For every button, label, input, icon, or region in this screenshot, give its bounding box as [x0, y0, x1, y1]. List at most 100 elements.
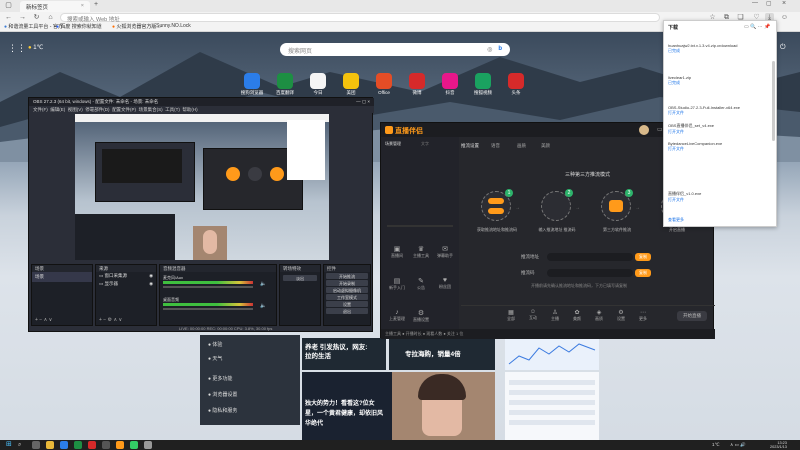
tab-scene-manage[interactable]: 场景管理 — [385, 141, 401, 147]
virtual-camera-button[interactable]: 启动虚拟摄像机 — [326, 287, 368, 293]
profile-icon[interactable]: ☺ — [780, 13, 789, 22]
quick-tile-icon[interactable] — [508, 73, 524, 89]
power-icon[interactable]: ⏻ — [780, 44, 786, 52]
tool-anchor[interactable]: ♛ 主播工具 — [409, 245, 433, 259]
see-more-link[interactable]: 查看更多 — [668, 217, 684, 223]
eye-icon[interactable]: ◉ — [149, 281, 153, 287]
news-card[interactable]: 专拉海购，销量4倍 — [389, 338, 495, 370]
window-menu-icon[interactable]: ▢ — [4, 1, 13, 10]
clock[interactable]: 13:23 2023/1/13 — [770, 441, 787, 449]
tab-beauty[interactable]: 美颜 — [541, 143, 550, 149]
download-item[interactable]: BytedanceLiveCompanion.exe 打开文件 — [668, 141, 768, 153]
avatar[interactable] — [639, 125, 649, 135]
tool-notice[interactable]: ✎ 公告 — [409, 277, 433, 291]
quick-tile-icon[interactable] — [244, 73, 260, 89]
toolbar-beauty[interactable]: ✿ 美颜 — [565, 309, 589, 322]
source-item[interactable]: ▭ 窗口采集源 ◉ — [96, 272, 156, 280]
start-live-button[interactable]: 开始直播 — [677, 311, 707, 321]
app-icon[interactable] — [144, 441, 152, 449]
feed-sidebar-item[interactable]: ● 体验 — [208, 341, 222, 348]
menu-item[interactable]: 停靠部件(D) — [85, 107, 109, 112]
obs-preview-canvas[interactable] — [75, 114, 329, 260]
menu-item[interactable]: 文件(F) — [33, 107, 48, 112]
close-icon[interactable]: — ▢ × — [356, 99, 370, 105]
studio-mode-button[interactable]: 工作室模式 — [326, 294, 368, 300]
tool-danmu[interactable]: ✉ 弹幕助手 — [433, 245, 457, 259]
copy-key-button[interactable]: 复制 — [635, 269, 651, 277]
menu-item[interactable]: 场景集合(S) — [139, 107, 163, 112]
tab-voice[interactable]: 语音 — [491, 143, 500, 149]
tab-stream-settings[interactable]: 推流设置 — [461, 143, 479, 149]
menu-item[interactable]: 视图(V) — [68, 107, 83, 112]
stream-key-input[interactable] — [547, 269, 633, 277]
tab-quality[interactable]: 画质 — [517, 143, 526, 149]
copy-url-button[interactable]: 复制 — [635, 253, 651, 261]
new-tab-button[interactable]: + — [94, 1, 98, 8]
tool-mic[interactable]: ♪ 上麦管理 — [385, 309, 409, 322]
transition-select[interactable]: 淡出 — [283, 275, 317, 281]
download-item[interactable]: huanhuajw2.txt.v.1.3.v4.zip.crdownload 已… — [668, 43, 768, 55]
feed-sidebar-item[interactable]: ● 更多功能 — [208, 375, 232, 382]
menu-item[interactable]: 编辑(E) — [50, 107, 65, 112]
downloads-actions[interactable]: ▭ 🔍 ⋯ 📌 — [744, 24, 770, 30]
quick-tile-icon[interactable] — [277, 73, 293, 89]
camera-icon[interactable]: ◎ — [487, 46, 492, 53]
streamer-taskbar-icon[interactable] — [116, 441, 124, 449]
refresh-icon[interactable]: ↻ — [32, 13, 41, 22]
scrollbar[interactable] — [772, 61, 775, 141]
download-item[interactable]: 直播伴侣_v1.0.exe 打开文件 — [668, 191, 768, 203]
tool-live-room[interactable]: ▣ 直播间 — [385, 245, 409, 259]
tray-icons[interactable]: ∧ ▭ 🔊 — [730, 442, 746, 448]
add-remove-icons[interactable]: + − ∧ ∨ — [35, 317, 52, 323]
exit-button[interactable]: 退出 — [326, 308, 368, 314]
toolbar-interact[interactable]: ☺ 互动 — [521, 309, 545, 321]
toolbar-anchor[interactable]: ♙ 主播 — [543, 309, 567, 322]
tool-settings[interactable]: ⚙ 直播设置 — [409, 309, 433, 323]
home-icon[interactable]: ⌂ — [46, 13, 55, 22]
download-item[interactable]: OBS直播伴侣_set_v4.exe 打开文件 — [668, 123, 768, 135]
feed-sidebar-item[interactable]: ● 浏览器设置 — [208, 391, 237, 398]
toolbar-all[interactable]: ▦ 全部 — [499, 309, 523, 322]
scene-item[interactable]: 场景 — [32, 272, 92, 282]
maximize-icon[interactable]: ▢ — [766, 0, 772, 7]
apps-grid-icon[interactable]: ⋮⋮ — [8, 43, 26, 54]
eye-icon[interactable]: ◉ — [149, 273, 153, 279]
web-search-input[interactable]: 搜索网页 b ◎ — [280, 43, 510, 56]
back-icon[interactable]: ← — [4, 13, 13, 22]
close-window-icon[interactable]: × — [782, 0, 786, 7]
toolbar-more[interactable]: ⋯ 更多 — [631, 309, 655, 322]
chart-card[interactable] — [505, 338, 599, 370]
menu-item[interactable]: 工具(T) — [165, 107, 180, 112]
quick-tile-icon[interactable] — [442, 73, 458, 89]
feed-sidebar-item[interactable]: ● 隐私和服务 — [208, 407, 237, 414]
source-item[interactable]: ▭ 显示器 ◉ — [96, 280, 156, 288]
volume-slider[interactable] — [163, 286, 253, 288]
quick-tile-icon[interactable] — [475, 73, 491, 89]
download-item[interactable]: OBS-Studio-27.2.3-Full-Installer-x64.exe… — [668, 105, 768, 117]
stream-url-input[interactable] — [547, 253, 633, 261]
tab-new-tab[interactable]: 新标签页 × — [20, 1, 90, 12]
portrait-image[interactable] — [392, 372, 495, 440]
quick-tile-icon[interactable] — [409, 73, 425, 89]
feed-sidebar-item[interactable]: ● 天气 — [208, 355, 222, 362]
bing-icon[interactable]: b — [498, 46, 502, 52]
speaker-icon[interactable]: 🔈 — [260, 281, 266, 287]
toolbar-settings[interactable]: ⚙ 设置 — [609, 309, 633, 322]
task-view-icon[interactable] — [32, 441, 40, 449]
news-card[interactable]: 独大的势力！看看这?位女 星，一个黄君健康，却依旧风 华绝代 — [302, 372, 392, 440]
menu-item[interactable]: 帮助(H) — [182, 107, 197, 112]
quick-tile-icon[interactable] — [343, 73, 359, 89]
app-icon[interactable] — [74, 441, 82, 449]
toolbar-quality[interactable]: ◈ 画质 — [587, 309, 611, 322]
app-icon[interactable] — [130, 441, 138, 449]
edge-icon[interactable] — [60, 441, 68, 449]
address-bar[interactable]: 搜索或输入 Web 地址 — [60, 13, 660, 23]
bookmark-item[interactable]: ▢ Sunny.NO.Lock — [150, 23, 191, 31]
weather-widget[interactable]: ● 1℃ — [28, 44, 43, 51]
search-icon[interactable]: ⌕ — [18, 441, 21, 449]
menu-item[interactable]: 配置文件(P) — [112, 107, 136, 112]
obs-taskbar-icon[interactable] — [102, 441, 110, 449]
forward-icon[interactable]: → — [18, 13, 27, 22]
taskbar-weather[interactable]: 1℃ — [712, 442, 720, 448]
speaker-icon[interactable]: 🔈 — [260, 303, 266, 309]
